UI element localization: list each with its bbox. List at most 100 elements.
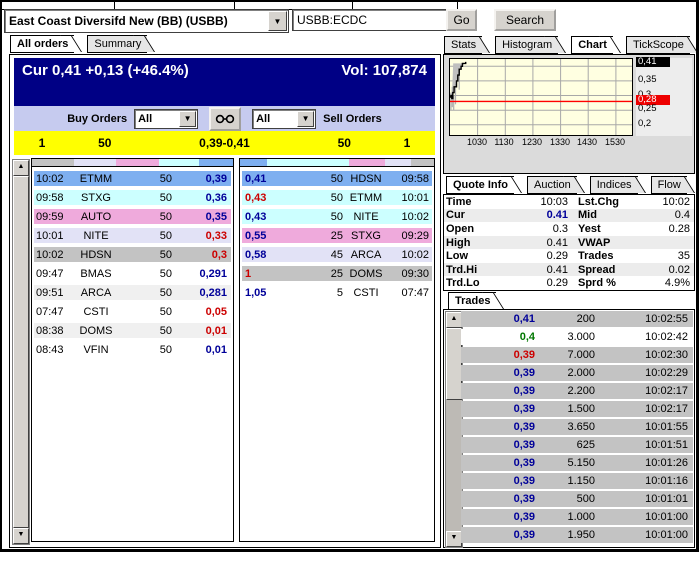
chevron-down-icon[interactable]: ▼: [268, 11, 287, 31]
chevron-down-icon[interactable]: ▼: [297, 111, 314, 127]
quote-value: 35: [638, 250, 694, 262]
sell-filter-select[interactable]: All ▼: [252, 109, 316, 129]
tab-flow[interactable]: Flow: [651, 176, 687, 194]
trade-row[interactable]: 0,391.15010:01:16: [461, 473, 693, 489]
buy-order-row[interactable]: 07:47CSTI500,05: [34, 304, 231, 319]
search-button[interactable]: Search: [494, 9, 556, 31]
tab-quote-info[interactable]: Quote Info: [446, 176, 514, 194]
x-tick-label: 1530: [600, 137, 630, 147]
sell-filter-value: All: [253, 113, 296, 125]
ask-price: 1: [242, 268, 301, 280]
go-button[interactable]: Go: [446, 9, 477, 31]
scroll-down-icon[interactable]: ▼: [446, 531, 462, 547]
trade-price: 0,39: [461, 367, 535, 379]
scroll-up-icon[interactable]: ▲: [13, 160, 29, 176]
buy-order-row[interactable]: 08:38DOMS500,01: [34, 323, 231, 338]
depth-segment-blue: [199, 159, 233, 166]
tab-tickscope[interactable]: TickScope: [626, 36, 690, 54]
quote-info-table: Time10:03Lst.Chg10:02Cur0.41Mid0.4Open0.…: [443, 194, 695, 291]
chart-plot-area: [449, 58, 633, 136]
buy-order-row[interactable]: 09:51ARCA500,281: [34, 285, 231, 300]
buy-order-row[interactable]: 10:01NITE500,33: [34, 228, 231, 243]
y-tick-label: 0,2: [636, 119, 670, 129]
trade-quantity: 625: [535, 439, 595, 451]
sell-order-row[interactable]: 0,4150HDSN09:58: [242, 171, 432, 186]
quote-label: Time: [444, 196, 498, 208]
scrollbar-thumb[interactable]: [13, 176, 29, 528]
sell-orders-label: Sell Orders: [323, 113, 382, 125]
trade-price: 0,39: [461, 403, 535, 415]
tab-auction[interactable]: Auction: [527, 176, 577, 194]
trade-row[interactable]: 0,391.95010:01:00: [461, 527, 693, 543]
order-time: 08:38: [34, 325, 72, 337]
quote-label: Lst.Chg: [568, 196, 638, 208]
tab-stats[interactable]: Stats: [444, 36, 482, 54]
trade-row[interactable]: 0,391.50010:02:17: [461, 401, 693, 417]
buy-order-row[interactable]: 08:43VFIN500,01: [34, 342, 231, 357]
trades-tabrow: Trades: [448, 292, 509, 310]
buy-filter-select[interactable]: All ▼: [134, 109, 198, 129]
scrollbar-track[interactable]: [446, 400, 462, 531]
trade-row[interactable]: 0,397.00010:02:30: [461, 347, 693, 363]
scrollbar-thumb[interactable]: [446, 328, 462, 400]
chevron-down-icon[interactable]: ▼: [179, 111, 196, 127]
sell-order-row[interactable]: 0,4350ETMM10:01: [242, 190, 432, 205]
x-tick-label: 1030: [462, 137, 492, 147]
link-filters-button[interactable]: [209, 107, 241, 131]
buy-order-row[interactable]: 09:59AUTO500,35: [34, 209, 231, 224]
sell-order-row[interactable]: 0,5845ARCA10:02: [242, 247, 432, 262]
trade-row[interactable]: 0,393.65010:01:55: [461, 419, 693, 435]
analysis-tabs: Stats Histogram Chart TickScope: [444, 36, 699, 54]
instrument-select[interactable]: East Coast Diversifd New (BB) (USBB) ▼: [4, 9, 289, 33]
quote-value: 0.29: [498, 250, 568, 262]
tab-indices[interactable]: Indices: [590, 176, 638, 194]
volume-text: Vol: 107,874: [341, 62, 427, 106]
trading-window: East Coast Diversifd New (BB) (USBB) ▼ G…: [0, 0, 699, 552]
buy-order-row[interactable]: 10:02ETMM500,39: [34, 171, 231, 186]
buy-order-row[interactable]: 09:47BMAS500,291: [34, 266, 231, 281]
tab-histogram[interactable]: Histogram: [495, 36, 558, 54]
sell-order-row[interactable]: 0,5525STXG09:29: [242, 228, 432, 243]
buy-book: 10:02ETMM500,39 09:58STXG500,36 09:59AUTO5…: [31, 158, 234, 542]
market-maker: ARCA: [72, 287, 120, 299]
trade-row[interactable]: 0,392.20010:02:17: [461, 383, 693, 399]
symbol-input[interactable]: [292, 9, 458, 31]
buy-order-row[interactable]: 09:58STXG500,36: [34, 190, 231, 205]
trade-row[interactable]: 0,3962510:01:51: [461, 437, 693, 453]
quote-label: High: [444, 237, 498, 249]
bid-price: 0,33: [172, 230, 231, 242]
tab-summary[interactable]: Summary: [87, 35, 147, 53]
trade-row[interactable]: 0,3950010:01:01: [461, 491, 693, 507]
tab-all-orders[interactable]: All orders: [10, 35, 74, 53]
trade-time: 10:01:55: [595, 421, 693, 433]
depth-segment-blue: [240, 159, 267, 166]
buy-order-row[interactable]: 10:02HDSN500,3: [34, 247, 231, 262]
quote-tabs: Quote Info Auction Indices Flow: [446, 176, 699, 194]
quote-label: Open: [444, 223, 498, 235]
bid-price: 0,3: [172, 249, 231, 261]
trade-row[interactable]: 0,43.00010:02:42: [461, 329, 693, 345]
sell-order-row[interactable]: 1,055CSTI07:47: [242, 285, 432, 300]
order-time: 10:01: [34, 230, 72, 242]
sell-mm-count: 1: [379, 136, 435, 150]
trade-row[interactable]: 0,4120010:02:55: [461, 311, 693, 327]
chart-x-axis: 103011301230133014301530: [449, 137, 633, 150]
current-price-text: Cur 0,41 +0,13 (+46.4%): [22, 62, 189, 106]
sell-order-row[interactable]: 125DOMS09:30: [242, 266, 432, 281]
sell-order-row[interactable]: 0,4350NITE10:02: [242, 209, 432, 224]
market-maker: NITE: [72, 230, 120, 242]
quote-header: Cur 0,41 +0,13 (+46.4%) Vol: 107,874: [14, 58, 435, 106]
tab-trades[interactable]: Trades: [448, 292, 496, 310]
trade-price: 0,39: [461, 511, 535, 523]
quote-value: 4.9%: [638, 277, 694, 289]
scroll-up-icon[interactable]: ▲: [446, 312, 462, 328]
tab-chart[interactable]: Chart: [571, 36, 613, 54]
bid-price: 0,281: [172, 287, 231, 299]
trade-row[interactable]: 0,391.00010:01:00: [461, 509, 693, 525]
trade-row[interactable]: 0,392.00010:02:29: [461, 365, 693, 381]
bid-price: 0,36: [172, 192, 231, 204]
book-scrollbar[interactable]: ▲ ▼: [12, 159, 30, 545]
buy-orders-label: Buy Orders: [67, 113, 127, 125]
trade-row[interactable]: 0,395.15010:01:26: [461, 455, 693, 471]
scroll-down-icon[interactable]: ▼: [13, 528, 29, 544]
